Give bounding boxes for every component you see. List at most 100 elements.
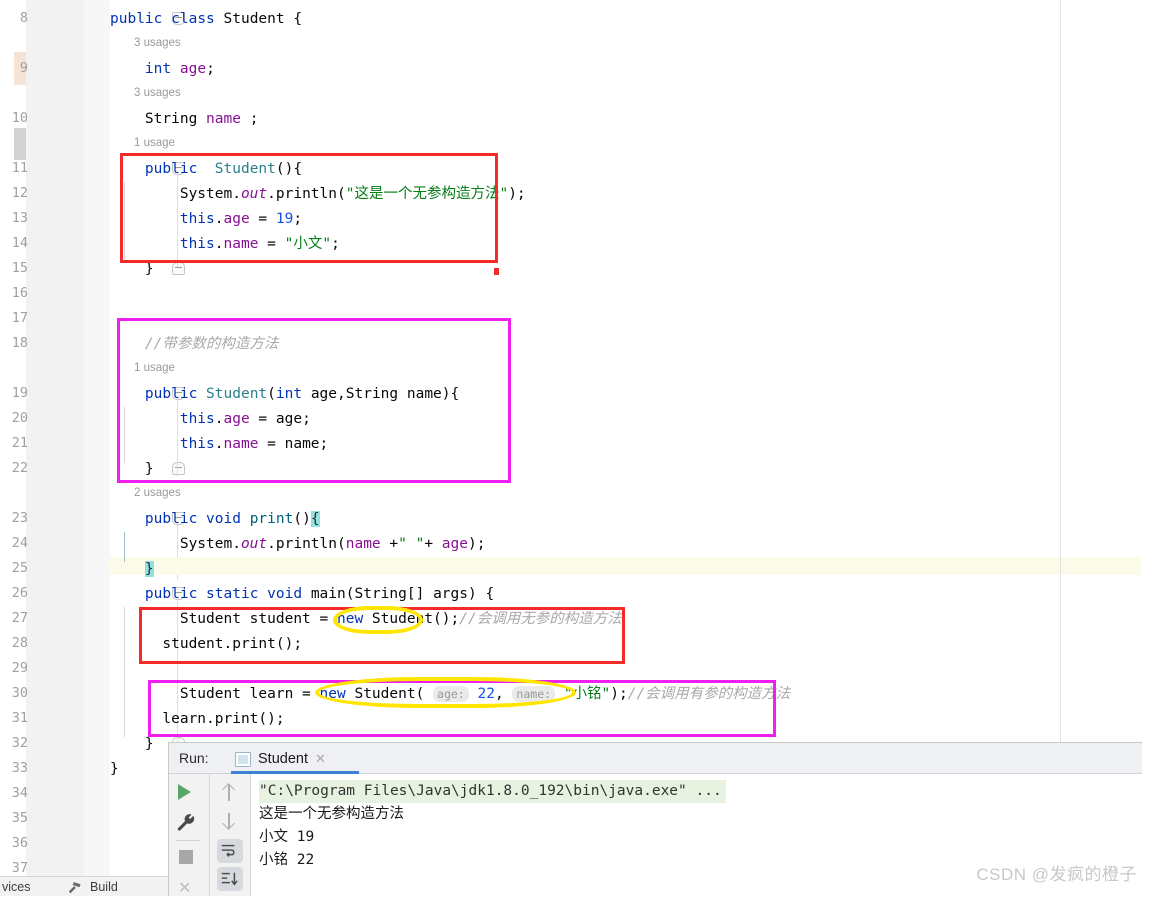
line-number[interactable]: 10 (0, 110, 28, 126)
code-line[interactable]: this.age = age; (110, 410, 311, 428)
code-line[interactable]: } (110, 735, 154, 753)
code-token: this (179, 436, 215, 452)
line-number[interactable]: 13 (0, 210, 28, 226)
line-number[interactable]: 31 (0, 710, 28, 726)
code-line[interactable]: } (110, 560, 154, 578)
line-number[interactable]: 25 (0, 560, 28, 576)
code-line[interactable]: int age; (110, 60, 215, 78)
code-token: Student (354, 686, 416, 702)
line-number[interactable]: 8 (0, 10, 28, 26)
line-number[interactable]: 36 (0, 835, 28, 851)
line-number[interactable]: 30 (0, 685, 28, 701)
usages-inlay-hint[interactable]: 2 usages (134, 487, 181, 499)
code-token: ); (508, 186, 526, 202)
run-toolbar-left[interactable]: ✕ (169, 774, 210, 897)
line-number[interactable]: 24 (0, 535, 28, 551)
line-number[interactable]: 15 (0, 260, 28, 276)
arrow-up-icon[interactable] (221, 783, 245, 807)
indent-guide (124, 532, 125, 562)
code-line[interactable]: this.name = name; (110, 435, 328, 453)
code-line[interactable]: public void print(){ (110, 510, 320, 528)
line-number[interactable]: 33 (0, 760, 28, 776)
line-number[interactable]: 27 (0, 610, 28, 626)
code-line[interactable]: student.print(); (110, 635, 302, 653)
code-token: this (179, 236, 215, 252)
fold-gutter[interactable] (84, 0, 185, 895)
code-line[interactable]: String name ; (110, 110, 259, 128)
code-token: out (240, 536, 268, 552)
code-token: student = (240, 611, 337, 627)
code-token: } (110, 761, 119, 777)
usages-inlay-hint[interactable]: 1 usage (134, 137, 175, 149)
play-icon[interactable] (178, 784, 202, 808)
code-token: . (214, 411, 224, 427)
services-label[interactable]: vices (2, 880, 30, 894)
code-token: " " (398, 536, 425, 552)
close-icon[interactable]: ✕ (315, 751, 326, 767)
line-number[interactable]: 29 (0, 660, 28, 676)
soft-wrap-icon[interactable] (217, 839, 243, 863)
code-line[interactable]: public Student(){ (110, 160, 302, 178)
arrow-down-icon[interactable] (221, 811, 245, 835)
console-line-text: "C:\Program Files\Java\jdk1.8.0_192\bin\… (259, 780, 726, 803)
line-number[interactable]: 34 (0, 785, 28, 801)
marker-changed[interactable] (14, 128, 26, 160)
code-line[interactable]: } (110, 760, 119, 778)
code-line[interactable]: this.name = "小文"; (110, 235, 340, 253)
code-token: String (354, 586, 407, 602)
line-number[interactable]: 11 (0, 160, 28, 176)
line-number[interactable]: 12 (0, 185, 28, 201)
code-line[interactable]: System.out.println("这是一个无参构造方法"); (110, 185, 526, 203)
line-number[interactable]: 32 (0, 735, 28, 751)
line-number[interactable]: 21 (0, 435, 28, 451)
code-token: ( (415, 686, 434, 702)
code-line[interactable]: this.age = 19; (110, 210, 302, 228)
code-token: ; (206, 61, 215, 77)
stop-icon[interactable] (179, 850, 203, 874)
code-line[interactable]: } (110, 460, 154, 478)
line-number[interactable]: 37 (0, 860, 28, 876)
line-number[interactable]: 9 (0, 60, 28, 76)
code-token: "小文" (284, 236, 332, 252)
close-icon[interactable]: ✕ (178, 878, 202, 902)
code-token: name (206, 111, 241, 127)
line-number[interactable]: 35 (0, 810, 28, 826)
usages-inlay-hint[interactable]: 3 usages (134, 37, 181, 49)
code-line[interactable]: System.out.println(name +" "+ age); (110, 535, 486, 553)
code-token: learn. (110, 711, 215, 727)
code-line[interactable]: learn.print(); (110, 710, 284, 728)
run-tab-student[interactable]: Student ✕ (235, 745, 326, 773)
status-bar[interactable]: vices Build (0, 876, 168, 896)
line-number[interactable]: 18 (0, 335, 28, 351)
code-line[interactable]: Student learn = new Student( age: 22, na… (110, 685, 790, 703)
code-line[interactable]: } (110, 260, 154, 278)
line-number[interactable]: 19 (0, 385, 28, 401)
line-number[interactable]: 23 (0, 510, 28, 526)
code-line[interactable]: public static void main(String[] args) { (110, 585, 494, 603)
code-token: class (171, 11, 215, 27)
line-number[interactable]: 14 (0, 235, 28, 251)
line-number[interactable]: 16 (0, 285, 28, 301)
wrench-icon[interactable] (175, 812, 199, 836)
run-toolbar-right[interactable] (210, 774, 251, 896)
code-line[interactable]: public Student(int age,String name){ (110, 385, 459, 403)
code-token: { (284, 11, 303, 27)
usages-inlay-hint[interactable]: 1 usage (134, 362, 175, 374)
line-number[interactable]: 17 (0, 310, 28, 326)
code-line[interactable]: //带参数的构造方法 (110, 335, 278, 353)
code-line[interactable]: Student student = new Student();//会调用无参的… (110, 610, 622, 628)
line-number[interactable]: 20 (0, 410, 28, 426)
line-number[interactable]: 26 (0, 585, 28, 601)
line-number[interactable]: 28 (0, 635, 28, 651)
line-number[interactable]: 22 (0, 460, 28, 476)
scroll-to-end-icon[interactable] (217, 867, 243, 891)
build-label[interactable]: Build (90, 880, 118, 894)
code-line[interactable]: public class Student { (110, 10, 302, 28)
code-token: (); (433, 611, 460, 627)
usages-inlay-hint[interactable]: 3 usages (134, 87, 181, 99)
code-token: ; (293, 211, 303, 227)
